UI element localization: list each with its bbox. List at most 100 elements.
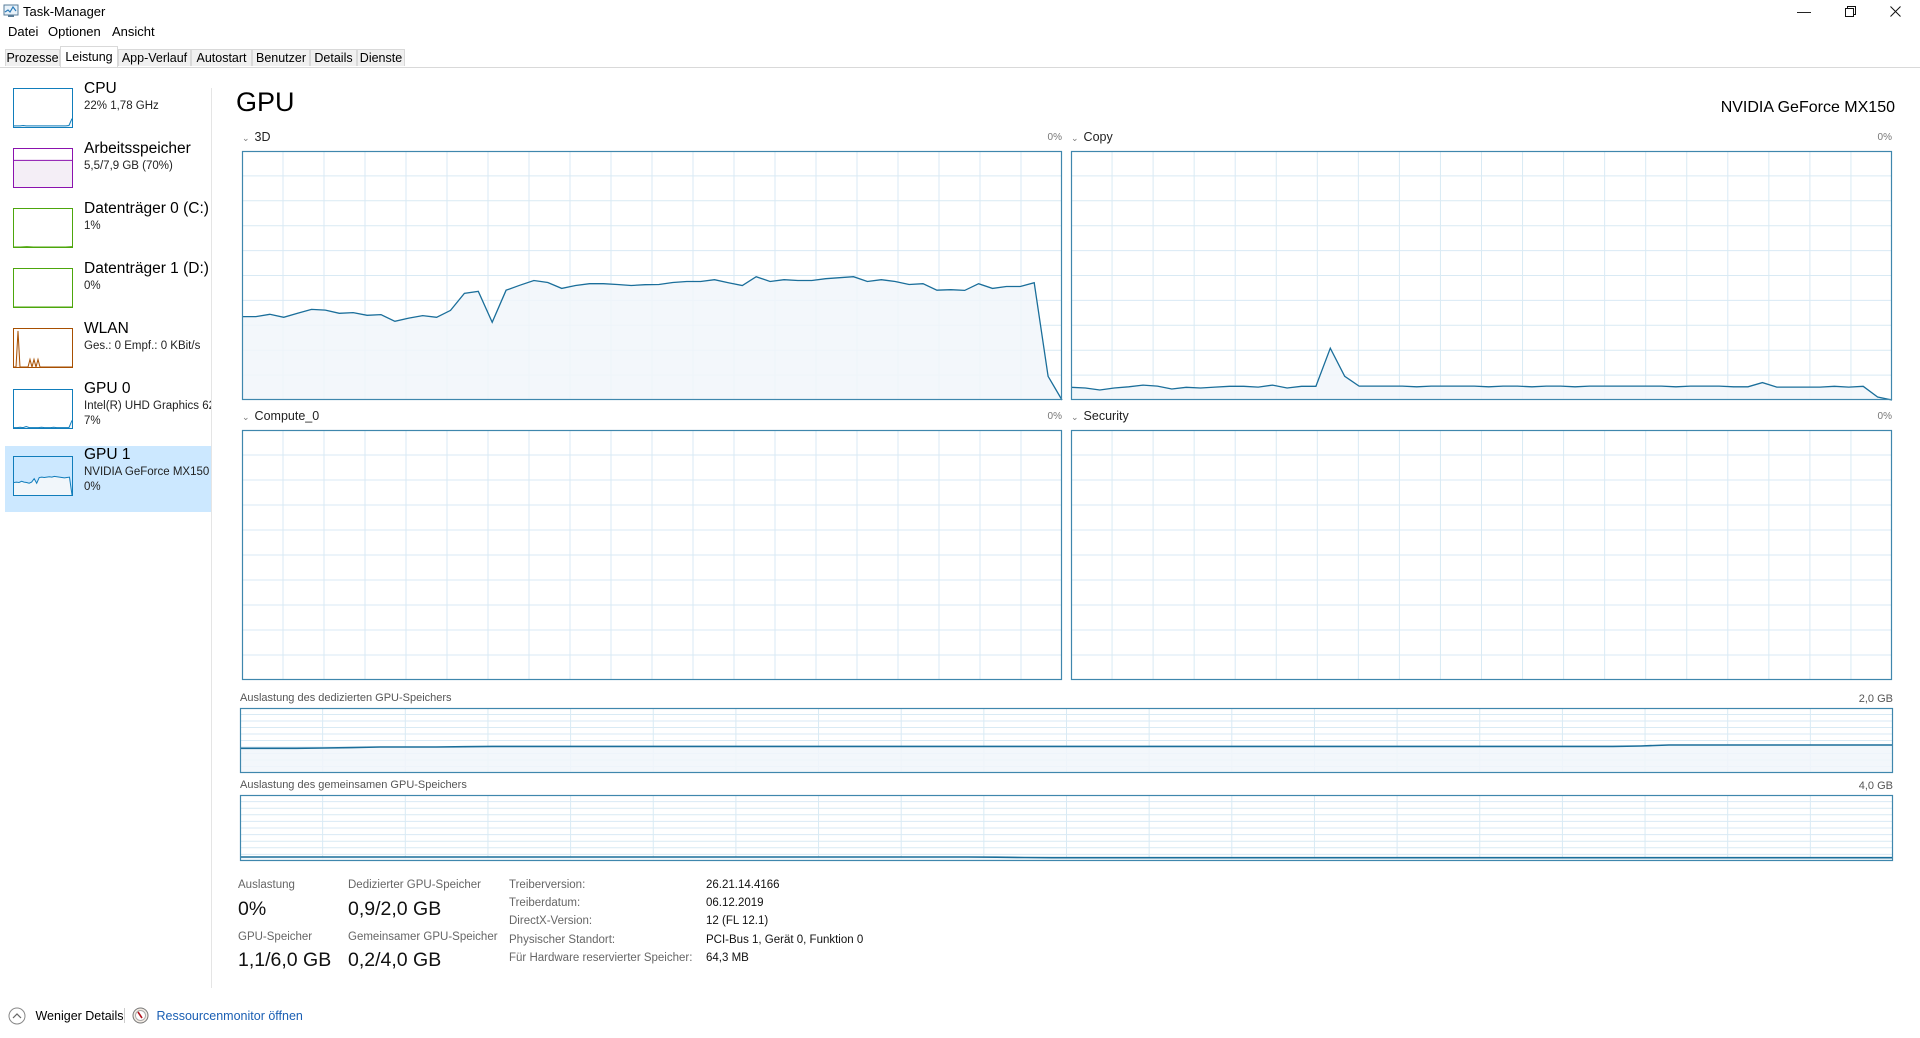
chart-title[interactable]: ⌄ Compute_0: [242, 409, 319, 425]
sidebar-item-name: Arbeitsspeicher: [84, 140, 191, 157]
tab-prozesse[interactable]: Prozesse: [5, 49, 60, 66]
stat-label-shared: Gemeinsamer GPU-Speicher: [348, 931, 498, 943]
device-name: NVIDIA GeForce MX150: [1720, 99, 1895, 116]
detail-value: PCI-Bus 1, Gerät 0, Funktion 0: [706, 934, 864, 946]
chart-auslastung-des-dedizierten-gpu-speichers: [239, 707, 1894, 774]
chart-max-value: 4,0 GB: [1858, 780, 1893, 792]
tab-autostart[interactable]: Autostart: [191, 49, 252, 66]
sidebar-divider: [211, 88, 212, 988]
sidebar-thumbnail-graph: [13, 148, 73, 188]
sidebar-item-usage: 7%: [84, 415, 101, 427]
sidebar-item-usage: 0%: [84, 481, 101, 493]
sidebar-item-datentr-ger-0-c[interactable]: Datenträger 0 (C:) 1%: [5, 200, 211, 260]
graph-fill: [14, 330, 72, 367]
restore-icon: [1844, 5, 1856, 17]
chart-title[interactable]: ⌄ Security: [1071, 409, 1129, 425]
chart-copy: [1070, 150, 1893, 401]
tab-details[interactable]: Details: [310, 49, 357, 66]
chart-auslastung-des-gemeinsamen-gpu-speichers: [239, 794, 1894, 862]
sidebar-item-name: WLAN: [84, 320, 129, 337]
less-details-label: Weniger Details: [35, 1008, 124, 1023]
chart-title: Auslastung des gemeinsamen GPU-Speichers: [240, 778, 467, 792]
tab-leistung[interactable]: Leistung: [60, 46, 118, 67]
page-title: GPU: [236, 87, 295, 117]
stat-value-auslastung: 0%: [238, 898, 267, 920]
chart-compute-0: [241, 429, 1063, 681]
graph-fill: [14, 420, 72, 428]
chart-title[interactable]: ⌄ 3D: [242, 130, 271, 146]
chevron-up-circle-icon: [8, 1007, 26, 1025]
sidebar-thumbnail-graph: [13, 268, 73, 308]
detail-value: 64,3 MB: [706, 952, 749, 964]
sidebar-item-name: Datenträger 0 (C:): [84, 200, 209, 217]
tab-bar: Prozesse Leistung App-Verlauf Autostart …: [0, 46, 1920, 68]
sidebar-item-sub: Ges.: 0 Empf.: 0 KBit/s: [84, 340, 201, 352]
graph-line: [14, 118, 72, 127]
series-line: [240, 856, 1893, 859]
graph-line: [14, 330, 72, 367]
tab-dienste[interactable]: Dienste: [357, 49, 405, 66]
sidebar-thumbnail-graph: [13, 208, 73, 248]
close-button[interactable]: [1872, 0, 1918, 22]
sidebar-item-name: CPU: [84, 80, 117, 97]
less-details-button[interactable]: Weniger Details: [8, 1006, 124, 1025]
chart-max-value: 0%: [1047, 132, 1062, 143]
sidebar-thumbnail-graph: [13, 328, 73, 368]
stat-label-auslastung: Auslastung: [238, 879, 295, 891]
stat-value-dedicated: 0,9/2,0 GB: [348, 898, 442, 920]
task-manager-icon: [3, 4, 19, 17]
chart-max-value: 0%: [1877, 132, 1892, 143]
chart-title-text: Auslastung des dedizierten GPU-Speichers: [240, 692, 452, 704]
chevron-down-icon: ⌄: [1071, 133, 1079, 143]
chart-title-text: Auslastung des gemeinsamen GPU-Speichers: [240, 779, 467, 791]
menu-optionen[interactable]: Optionen: [48, 24, 101, 40]
sidebar-item-sub: 1%: [84, 220, 101, 232]
sidebar-item-gpu-1[interactable]: GPU 1 NVIDIA GeForce MX150 0%: [5, 446, 211, 512]
detail-value: 26.21.14.4166: [706, 879, 780, 891]
chart-max-value: 0%: [1877, 411, 1892, 422]
chart-max-value: 2,0 GB: [1858, 693, 1893, 705]
sidebar-item-cpu[interactable]: CPU 22% 1,78 GHz: [5, 80, 211, 140]
chart-title-text: Copy: [1083, 130, 1113, 144]
chart-3d: [241, 150, 1063, 401]
detail-value: 06.12.2019: [706, 897, 764, 909]
resource-monitor-icon: [132, 1007, 149, 1024]
minimize-button[interactable]: —: [1781, 0, 1827, 22]
resource-monitor-label: Ressourcenmonitor öffnen: [156, 1008, 303, 1023]
stat-label-gpu-memory: GPU-Speicher: [238, 931, 313, 943]
sidebar-item-sub: 5,5/7,9 GB (70%): [84, 160, 173, 172]
sidebar-item-sub: NVIDIA GeForce MX150: [84, 466, 210, 478]
chart-max-value: 0%: [1047, 411, 1062, 422]
chevron-down-icon: ⌄: [1071, 412, 1079, 422]
series-area: [240, 745, 1893, 773]
chart-title[interactable]: ⌄ Copy: [1071, 130, 1113, 146]
menu-datei[interactable]: Datei: [8, 24, 38, 40]
sidebar-item-name: GPU 0: [84, 380, 131, 397]
tab-benutzer[interactable]: Benutzer: [252, 49, 310, 66]
sidebar-item-sub: 22% 1,78 GHz: [84, 100, 159, 112]
graph-fill: [14, 476, 72, 495]
chevron-down-icon: ⌄: [242, 133, 250, 143]
sidebar-item-datentr-ger-1-d[interactable]: Datenträger 1 (D:) 0%: [5, 260, 211, 320]
sidebar-item-gpu-0[interactable]: GPU 0 Intel(R) UHD Graphics 620 7%: [5, 380, 212, 446]
detail-label: Treiberversion:: [509, 879, 586, 891]
tab-app-verlauf[interactable]: App-Verlauf: [118, 49, 191, 66]
graph-line: [14, 420, 72, 428]
minimize-icon: —: [1797, 3, 1811, 19]
sidebar-item-arbeitsspeicher[interactable]: Arbeitsspeicher 5,5/7,9 GB (70%): [5, 140, 211, 200]
restore-button[interactable]: [1827, 0, 1873, 22]
chart-title-text: 3D: [254, 130, 271, 144]
sidebar-item-wlan[interactable]: WLAN Ges.: 0 Empf.: 0 KBit/s: [5, 320, 211, 380]
detail-label: Für Hardware reservierter Speicher:: [509, 952, 693, 964]
detail-label: Physischer Standort:: [509, 934, 616, 946]
sidebar-thumbnail-graph: [13, 88, 73, 128]
footer-separator: [124, 1008, 125, 1023]
sidebar-item-name: Datenträger 1 (D:): [84, 260, 209, 277]
stat-value-shared: 0,2/4,0 GB: [348, 949, 442, 971]
sidebar-item-sub: Intel(R) UHD Graphics 620: [84, 400, 212, 412]
sidebar-item-sub: 0%: [84, 280, 101, 292]
resource-monitor-link[interactable]: Ressourcenmonitor öffnen: [132, 1006, 303, 1025]
detail-value: 12 (FL 12.1): [706, 915, 769, 927]
graph-fill: [14, 160, 72, 187]
menu-ansicht[interactable]: Ansicht: [112, 24, 155, 40]
